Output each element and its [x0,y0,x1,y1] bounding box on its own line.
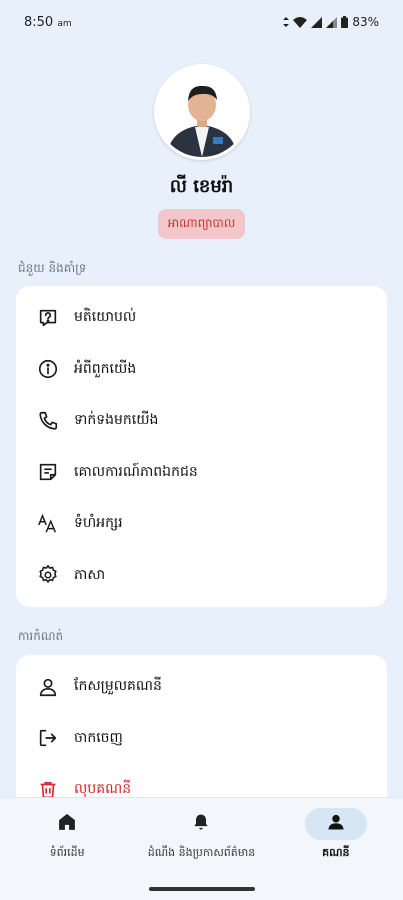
menu-item-label: មតិយោបល់ [74,309,137,326]
status-bar: 8:50 am 83% [0,0,403,44]
info-icon [36,357,60,381]
menu-item-privacy-policy[interactable]: គោលការណ៍ភាពឯកជន [16,447,387,499]
clock-time: 8:50 [24,14,54,30]
nav-account[interactable]: គណនី [276,808,396,900]
logout-icon [36,726,60,750]
font-size-icon [36,512,60,536]
home-icon [57,812,77,836]
signal-icon [311,16,323,28]
language-icon [36,563,60,587]
data-arrows-icon [283,17,290,27]
help-card: មតិយោបល់ អំពីពួកយើង ទាក់ទងមកយើង គោលការណ៍… [16,286,387,607]
nav-home-pill [36,808,98,840]
nav-home[interactable]: ទំព័រដើម [7,808,127,900]
help-section-title: ជំនួយ និងគាំទ្រ [18,261,87,275]
settings-section-title: ការកំណត់ [18,629,64,643]
role-badge: អាណាព្យាបាល [157,209,246,239]
menu-item-label: អំពីពួកយើង [74,360,137,377]
menu-item-feedback[interactable]: មតិយោបល់ [16,292,387,344]
user-name: លី ខេមរ៉ា [169,176,234,197]
policy-icon [36,460,60,484]
battery-icon [341,16,349,28]
menu-item-label: ចាកចេញ [74,729,123,746]
clock-ampm: am [57,18,72,29]
nav-notifications-pill [170,808,232,840]
wifi-icon [293,16,308,28]
menu-item-label: ទាក់ទងមកយើង [74,412,159,429]
help-icon [36,306,60,330]
menu-item-label: កែសម្រួលគណនី [74,678,162,695]
nav-home-label: ទំព័រដើម [49,846,85,859]
menu-item-logout[interactable]: ចាកចេញ [16,713,387,765]
bell-icon [191,812,211,836]
menu-item-font-size[interactable]: ទំហំអក្សរ [16,498,387,550]
menu-item-language[interactable]: ភាសា [16,550,387,602]
menu-item-edit-account[interactable]: កែសម្រួលគណនី [16,661,387,713]
person-icon [36,675,60,699]
nav-account-label: គណនី [322,846,350,859]
avatar [153,64,250,160]
bottom-nav: ទំព័រដើម ដំណឹង និងប្រកាសព័ត៌មាន គណនី [0,797,403,900]
profile-header: លី ខេមរ៉ា អាណាព្យាបាល [0,64,403,239]
nav-notifications-label: ដំណឹង និងប្រកាសព័ត៌មាន [147,846,256,859]
menu-item-about-us[interactable]: អំពីពួកយើង [16,344,387,396]
menu-item-label: ភាសា [74,566,106,583]
person-photo-icon [156,67,247,157]
status-time: 8:50 am [24,15,72,30]
status-icons: 83% [283,15,379,29]
menu-item-label: គោលការណ៍ភាពឯកជន [74,463,198,480]
home-indicator [148,887,255,891]
signal-secondary-icon [326,16,338,28]
phone-icon [36,409,60,433]
menu-item-contact-us[interactable]: ទាក់ទងមកយើង [16,395,387,447]
nav-account-pill [304,808,367,840]
account-icon [326,812,346,836]
menu-item-label: ទំហំអក្សរ [74,515,123,532]
battery-percent: 83% [352,15,379,29]
